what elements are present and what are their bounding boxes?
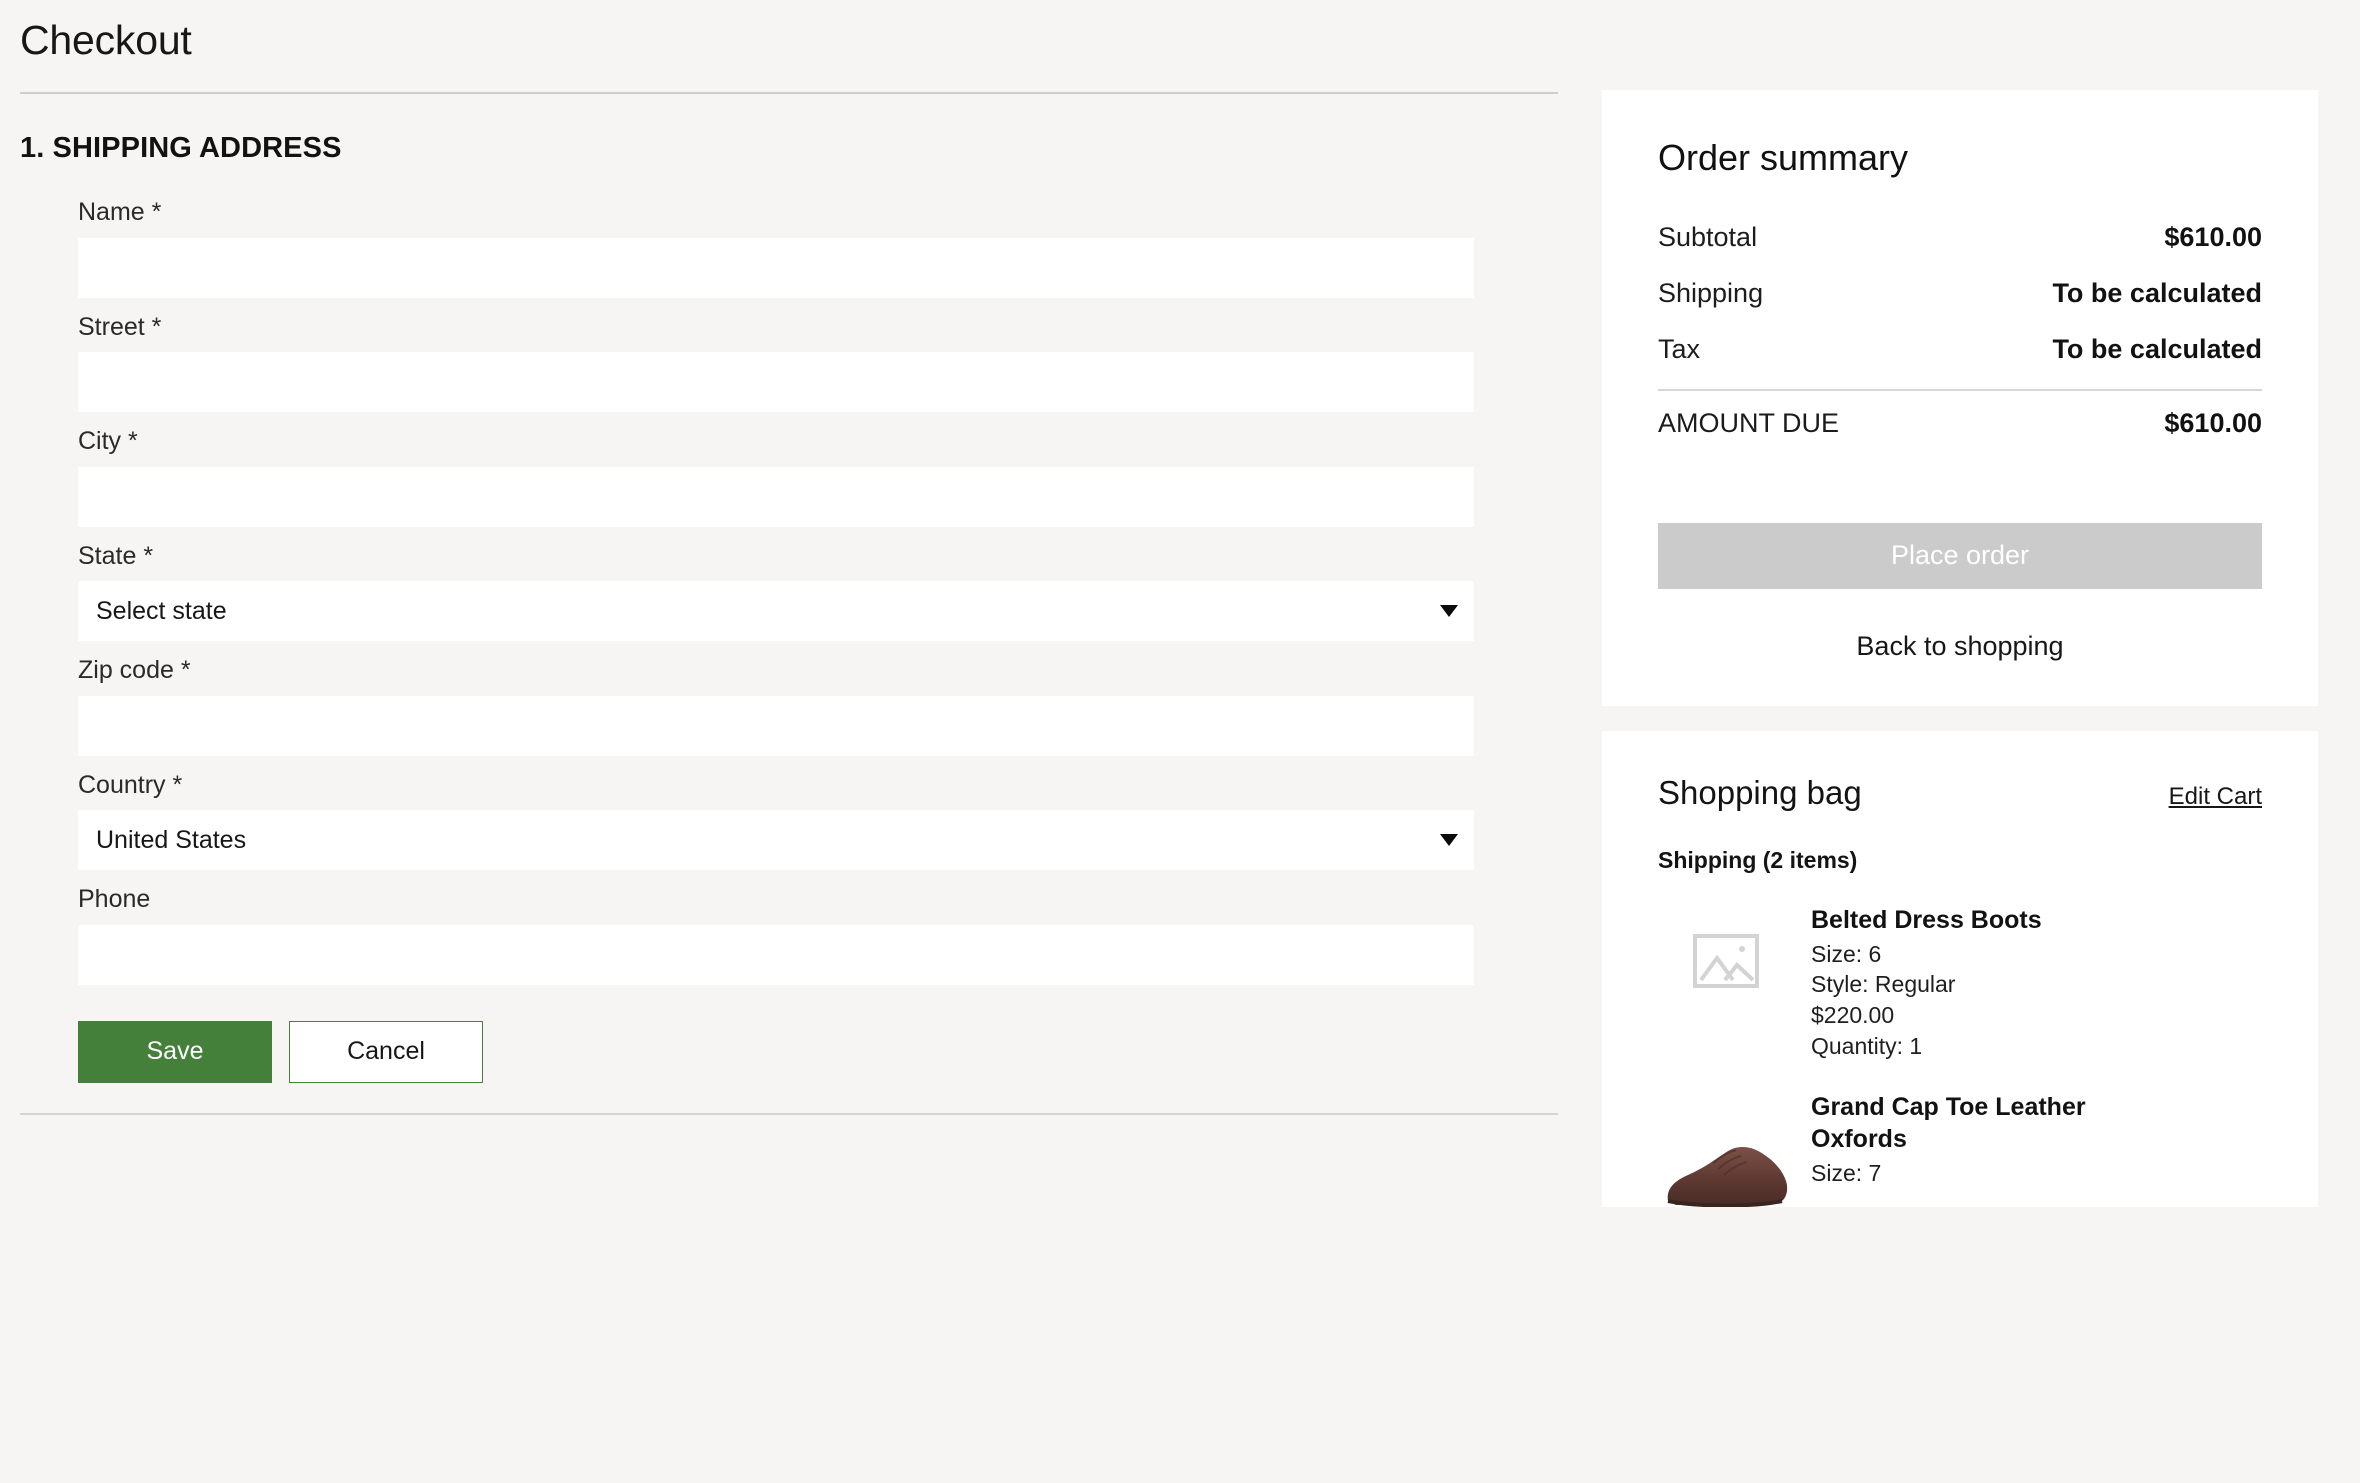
summary-row-subtotal: Subtotal $610.00	[1658, 210, 2262, 266]
amount-due-label: AMOUNT DUE	[1658, 407, 1840, 438]
summary-value-shipping: To be calculated	[2052, 277, 2262, 308]
order-summary-title: Order summary	[1658, 137, 1909, 178]
shopping-bag-card: Shopping bag Edit Cart Shipping (2 items…	[1602, 730, 2318, 1208]
save-button[interactable]: Save	[78, 1020, 272, 1083]
product-details: Belted Dress Boots Size: 6 Style: Regula…	[1811, 902, 2042, 1061]
product-thumbnail	[1658, 902, 1793, 1020]
field-zip: Zip code *	[78, 641, 1560, 756]
field-city: City *	[78, 412, 1560, 527]
product-price: $220.00	[1811, 1002, 1895, 1029]
country-select-wrapper: United States	[78, 810, 1474, 871]
product-name: Grand Cap Toe Leather Oxfords	[1811, 1093, 2086, 1154]
back-to-shopping-link[interactable]: Back to shopping	[1658, 631, 2262, 662]
field-phone: Phone	[78, 870, 1560, 985]
field-label-zip: Zip code *	[78, 656, 191, 685]
shipping-address-form: Name * Street * City * State * Select st…	[78, 183, 1560, 1083]
list-item[interactable]: Grand Cap Toe Leather Oxfords Size: 7	[1658, 1089, 2262, 1208]
field-label-country: Country *	[78, 770, 183, 799]
placeholder-image-icon	[1692, 933, 1759, 988]
field-street: Street *	[78, 298, 1560, 413]
state-select[interactable]: Select state	[78, 581, 1474, 642]
city-input[interactable]	[78, 466, 1474, 527]
field-label-state: State *	[78, 541, 154, 570]
form-actions: Save Cancel	[78, 1020, 1560, 1083]
zip-code-input[interactable]	[78, 695, 1474, 756]
title-divider	[20, 92, 1558, 95]
field-label-name: Name *	[78, 198, 162, 227]
field-label-phone: Phone	[78, 885, 151, 914]
cancel-button[interactable]: Cancel	[289, 1020, 483, 1083]
product-details: Grand Cap Toe Leather Oxfords Size: 7	[1811, 1089, 2141, 1207]
country-select[interactable]: United States	[78, 810, 1474, 871]
summary-row-shipping: Shipping To be calculated	[1658, 266, 2262, 322]
amount-due-row: AMOUNT DUE $610.00	[1658, 391, 2262, 439]
product-size: Size: 7	[1811, 1160, 1882, 1187]
summary-value-subtotal: $610.00	[2164, 221, 2262, 252]
order-summary-card: Order summary Subtotal $610.00 Shipping …	[1602, 90, 2318, 706]
summary-label-subtotal: Subtotal	[1658, 221, 1758, 252]
page-title: Checkout	[20, 17, 192, 63]
field-state: State * Select state	[78, 527, 1560, 642]
summary-label-shipping: Shipping	[1658, 277, 1764, 308]
product-name: Belted Dress Boots	[1811, 905, 2042, 934]
checkout-main-column: Checkout 1. SHIPPING ADDRESS Name * Stre…	[0, 0, 1560, 1115]
shopping-bag-title: Shopping bag	[1658, 773, 1862, 811]
street-input[interactable]	[78, 352, 1474, 413]
summary-row-tax: Tax To be calculated	[1658, 322, 2262, 378]
product-thumbnail	[1658, 1089, 1793, 1208]
shipping-address-heading: 1. SHIPPING ADDRESS	[20, 132, 342, 165]
summary-label-tax: Tax	[1658, 333, 1701, 364]
amount-due-value: $610.00	[2164, 407, 2262, 438]
checkout-page: Checkout 1. SHIPPING ADDRESS Name * Stre…	[0, 0, 2360, 1483]
field-label-city: City *	[78, 427, 138, 456]
name-input[interactable]	[78, 237, 1474, 298]
place-order-button[interactable]: Place order	[1658, 522, 2262, 589]
brown-oxford-shoe-icon	[1667, 1147, 1788, 1208]
product-quantity: Quantity: 1	[1811, 1032, 1923, 1059]
shipping-group-label: Shipping (2 items)	[1658, 846, 1858, 873]
field-name: Name *	[78, 183, 1560, 298]
product-style: Style: Regular	[1811, 971, 1956, 998]
phone-input[interactable]	[78, 924, 1474, 985]
field-country: Country * United States	[78, 756, 1560, 871]
checkout-sidebar-column: Order summary Subtotal $610.00 Shipping …	[1560, 0, 2360, 1208]
section-bottom-divider	[20, 1112, 1558, 1115]
state-select-wrapper: Select state	[78, 581, 1474, 642]
edit-cart-link[interactable]: Edit Cart	[2169, 783, 2262, 811]
summary-value-tax: To be calculated	[2052, 333, 2262, 364]
shopping-bag-header: Shopping bag Edit Cart	[1658, 773, 2262, 811]
product-size: Size: 6	[1811, 940, 1882, 967]
field-label-street: Street *	[78, 312, 162, 341]
list-item[interactable]: Belted Dress Boots Size: 6 Style: Regula…	[1658, 902, 2262, 1061]
